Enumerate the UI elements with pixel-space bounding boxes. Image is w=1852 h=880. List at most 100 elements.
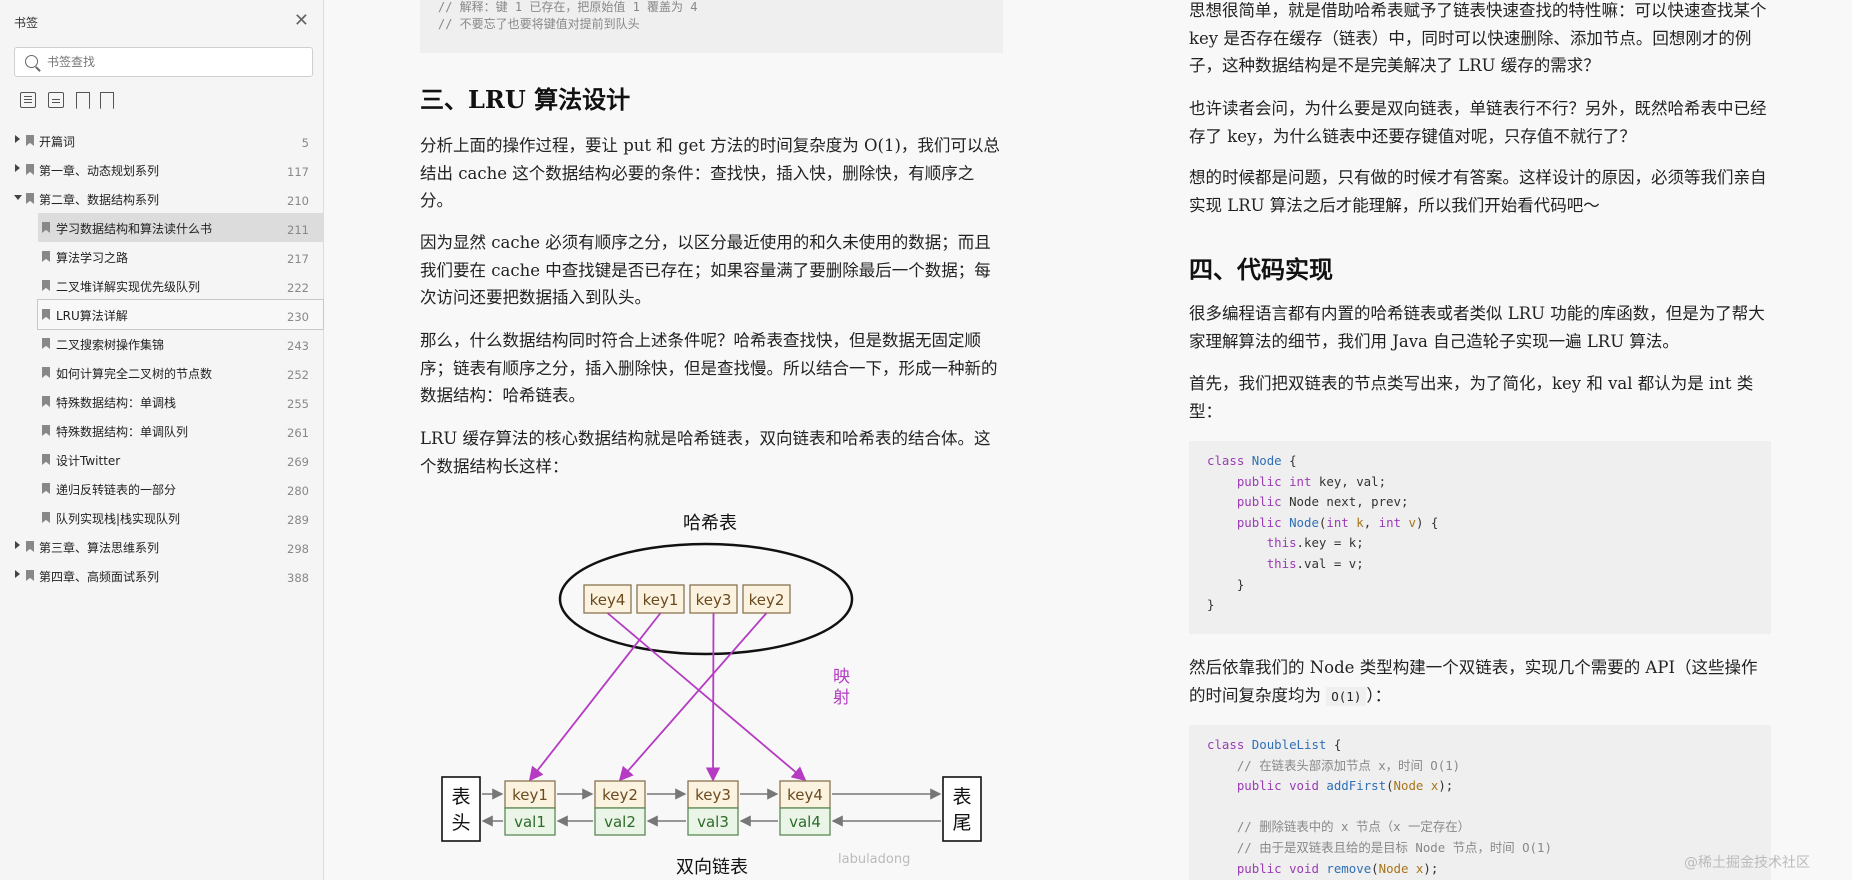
paragraph: 首先，我们把双链表的节点类写出来，为了简化，key 和 val 都认为是 int… bbox=[1189, 374, 1754, 421]
list-val-label: val4 bbox=[789, 813, 821, 831]
diagram-credit: labuladong bbox=[838, 852, 910, 867]
list-val-label: val2 bbox=[604, 813, 636, 831]
paragraph: 那么，什么数据结构同时符合上述条件呢？哈希表查找快，但是数据无固定顺序；链表有顺… bbox=[420, 331, 998, 405]
list-title: 双向链表 bbox=[676, 857, 748, 878]
bookmark-icon bbox=[26, 193, 34, 204]
bookmark-label: LRU算法详解 bbox=[56, 309, 128, 323]
bookmark-search[interactable] bbox=[14, 47, 313, 77]
chevron-right-icon[interactable] bbox=[15, 164, 20, 172]
bookmark-page-number: 211 bbox=[287, 223, 309, 237]
bookmark-icon bbox=[26, 541, 34, 552]
bookmark-label: 设计Twitter bbox=[56, 454, 121, 468]
paragraph-text: ）： bbox=[1366, 685, 1392, 705]
bookmark-item[interactable]: 特殊数据结构：单调栈 255 bbox=[0, 387, 323, 416]
mapping-arrows bbox=[528, 612, 807, 782]
bookmark-label: 二叉搜索树操作集锦 bbox=[56, 338, 165, 352]
collapse-all-icon[interactable] bbox=[48, 92, 64, 108]
hash-keys: key4 key1 key3 key2 bbox=[583, 584, 791, 614]
bookmark-page-number: 388 bbox=[287, 571, 309, 585]
paragraph: 思想很简单，就是借助哈希表赋予了链表快速查找的特性嘛：可以快速查找某个 key … bbox=[1189, 1, 1767, 75]
hash-key-label: key4 bbox=[590, 591, 626, 609]
bookmark-label: 第四章、高频面试系列 bbox=[39, 570, 160, 584]
bookmark-item[interactable]: 第三章、算法思维系列 298 bbox=[0, 532, 323, 561]
bookmark-page-number: 298 bbox=[287, 542, 309, 556]
mapping-arrow bbox=[606, 612, 807, 782]
sidebar-header: 书签 ✕ bbox=[14, 10, 309, 34]
list-key-label: key1 bbox=[512, 786, 548, 804]
watermark: @稀土掘金技术社区 bbox=[1684, 855, 1810, 871]
bookmark-label: 特殊数据结构：单调栈 bbox=[56, 396, 177, 410]
bookmark-item[interactable]: 二叉堆详解实现优先级队列 222 bbox=[0, 271, 323, 300]
paragraph: 很多编程语言都有内置的哈希链表或者类似 LRU 功能的库函数，但是为了帮大家理解… bbox=[1189, 304, 1765, 351]
bookmark-icon bbox=[42, 280, 50, 291]
list-key-label: key4 bbox=[787, 786, 823, 804]
paragraph-text: 然后依靠我们的 Node 类型构建一个双链表，实现几个需要的 API（这些操作的… bbox=[1189, 658, 1758, 705]
mapping-label-2: 射 bbox=[833, 688, 850, 708]
list-key-label: key2 bbox=[602, 786, 638, 804]
bookmark-icon bbox=[42, 512, 50, 523]
bookmark-icon bbox=[42, 454, 50, 465]
chevron-down-icon[interactable] bbox=[14, 195, 22, 200]
bookmark-label: 第一章、动态规划系列 bbox=[39, 164, 160, 178]
bookmark-icon[interactable] bbox=[100, 92, 112, 107]
hash-key-label: key3 bbox=[696, 591, 732, 609]
chevron-right-icon[interactable] bbox=[15, 570, 20, 578]
bookmark-label: 第三章、算法思维系列 bbox=[39, 541, 160, 555]
list-head-label-1: 表 bbox=[451, 786, 470, 808]
list-head-label-2: 头 bbox=[451, 812, 470, 834]
paragraph: 分析上面的操作过程，要让 put 和 get 方法的时间复杂度为 O(1)，我们… bbox=[420, 136, 1000, 210]
add-bookmark-icon[interactable] bbox=[76, 92, 88, 107]
bookmark-icon bbox=[42, 251, 50, 262]
bookmark-page-number: 269 bbox=[287, 455, 309, 469]
bookmark-label: 开篇词 bbox=[39, 135, 76, 149]
bookmark-item[interactable]: 如何计算完全二叉树的节点数 252 bbox=[0, 358, 323, 387]
bookmark-label: 算法学习之路 bbox=[56, 251, 129, 265]
bookmark-page-number: 230 bbox=[287, 310, 309, 324]
bookmark-icon bbox=[42, 425, 50, 436]
bookmark-sidebar: 书签 ✕ 开篇词 5 第一章、动态规划系列 117 第二章、数据结构系列 210 学习数据结… bbox=[0, 0, 324, 880]
inline-code: O(1) bbox=[1326, 686, 1367, 706]
bookmark-page-number: 5 bbox=[301, 136, 309, 150]
bookmark-icon bbox=[42, 483, 50, 494]
section-heading-4: 四、代码实现 bbox=[1189, 255, 1333, 284]
list-key-label: key3 bbox=[695, 786, 731, 804]
bookmark-item[interactable]: 递归反转链表的一部分 280 bbox=[0, 474, 323, 503]
bookmark-icon bbox=[26, 164, 34, 175]
bookmark-item[interactable]: 第一章、动态规划系列 117 bbox=[0, 155, 323, 184]
bookmark-icon bbox=[26, 570, 34, 581]
bookmark-label: 二叉堆详解实现优先级队列 bbox=[56, 280, 201, 294]
hash-key-label: key2 bbox=[749, 591, 785, 609]
paragraph: 因为显然 cache 必须有顺序之分，以区分最近使用的和久未使用的数据；而且我们… bbox=[420, 233, 991, 307]
bookmark-label: 队列实现栈|栈实现队列 bbox=[56, 512, 181, 526]
bookmark-item[interactable]: LRU算法详解 230 bbox=[37, 299, 324, 330]
bookmark-item[interactable]: 设计Twitter 269 bbox=[0, 445, 323, 474]
sidebar-title: 书签 bbox=[14, 16, 39, 30]
bookmark-label: 第二章、数据结构系列 bbox=[39, 193, 160, 207]
bookmark-label: 递归反转链表的一部分 bbox=[56, 483, 177, 497]
chevron-right-icon[interactable] bbox=[15, 541, 20, 549]
bookmark-item[interactable]: 特殊数据结构：单调队列 261 bbox=[0, 416, 323, 445]
bookmark-item[interactable]: 算法学习之路 217 bbox=[0, 242, 323, 271]
code-line: // 不要忘了也要将键值对提前到队头 bbox=[438, 17, 640, 31]
bookmark-item[interactable]: 队列实现栈|栈实现队列 289 bbox=[0, 503, 323, 532]
code-line: // 解释：键 1 已存在，把原始值 1 覆盖为 4 bbox=[438, 0, 698, 14]
bookmark-page-number: 255 bbox=[287, 397, 309, 411]
bookmark-item[interactable]: 第四章、高频面试系列 388 bbox=[0, 561, 323, 590]
right-page-column: 思想很简单，就是借助哈希表赋予了链表快速查找的特性嘛：可以快速查找某个 key … bbox=[1189, 0, 1771, 880]
bookmark-search-input[interactable] bbox=[47, 52, 302, 72]
bookmark-icon bbox=[26, 135, 34, 146]
expand-all-icon[interactable] bbox=[20, 92, 36, 108]
chevron-right-icon[interactable] bbox=[15, 135, 20, 143]
bookmark-page-number: 289 bbox=[287, 513, 309, 527]
bookmark-item[interactable]: 二叉搜索树操作集锦 243 bbox=[0, 329, 323, 358]
bookmark-icon bbox=[42, 367, 50, 378]
hash-key-label: key1 bbox=[643, 591, 679, 609]
close-icon[interactable]: ✕ bbox=[294, 10, 309, 31]
bookmark-item[interactable]: 开篇词 5 bbox=[0, 126, 323, 155]
bookmark-page-number: 243 bbox=[287, 339, 309, 353]
bookmark-item[interactable]: 学习数据结构和算法读什么书 211 bbox=[38, 213, 323, 242]
bookmark-page-number: 280 bbox=[287, 484, 309, 498]
bookmark-item[interactable]: 第二章、数据结构系列 210 bbox=[0, 184, 323, 213]
bookmark-icon bbox=[42, 396, 50, 407]
bookmark-label: 特殊数据结构：单调队列 bbox=[56, 425, 189, 439]
